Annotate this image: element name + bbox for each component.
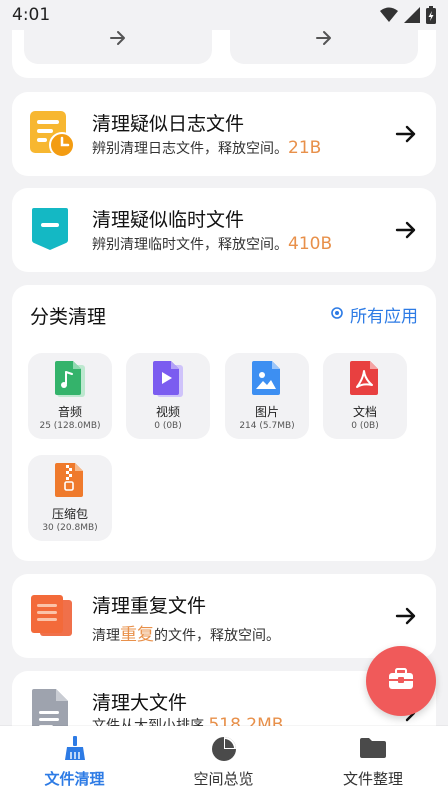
nav-label: 文件清理 [44,770,105,788]
category-tile-audio[interactable]: 音频 25 (128.0MB) [28,353,112,439]
category-name: 音频 [57,405,82,419]
arrow-right-icon [108,28,128,52]
category-name: 图片 [254,405,279,419]
image-file-icon [248,359,286,403]
temp-file-icon [28,206,72,256]
category-title: 分类清理 [30,306,107,328]
row-desc-suffix: 的文件，释放空间。 [154,628,280,644]
row-desc-accent: 重复 [120,625,154,645]
row-title: 清理重复文件 [92,595,207,617]
duplicate-files-icon [28,592,76,644]
row-description: 清理重复的文件，释放空间。 [92,620,280,645]
category-tile-image[interactable]: 图片 214 (5.7MB) [225,353,309,439]
all-apps-link[interactable]: 所有应用 [330,302,418,327]
category-tile-document[interactable]: 文档 0 (0B) [323,353,407,439]
size-value: 21B [288,138,322,158]
row-desc-text: 辨别清理日志文件，释放空间。 [92,141,288,157]
clean-temp-files-row[interactable]: 清理疑似临时文件 辨别清理临时文件，释放空间。410B [12,188,436,272]
nav-label: 空间总览 [193,770,254,788]
row-title: 清理疑似日志文件 [92,113,245,135]
nav-space-overview[interactable]: 空间总览 [149,726,298,790]
nav-file-clean[interactable]: 文件清理 [0,726,149,790]
pdf-document-icon [346,359,384,403]
arrow-right-icon [394,122,418,150]
row-title: 清理大文件 [92,692,188,714]
arrow-right-icon [394,604,418,632]
nav-file-organize[interactable]: 文件整理 [298,726,448,790]
category-clean-card: 分类清理 所有应用 音频 25 (128.0MB) 视频 0 (0B) 图片 2… [12,285,436,561]
row-desc-text: 辨别清理临时文件，释放空间。 [92,237,288,253]
size-value: 410B [288,234,333,254]
arrow-right-icon [394,218,418,246]
wifi-icon [380,7,398,27]
pie-chart-icon [211,736,237,766]
category-count: 0 (0B) [154,421,182,431]
toolbox-icon [388,667,414,695]
toolbox-fab-button[interactable] [366,646,436,716]
category-name: 视频 [155,405,180,419]
row-desc-prefix: 清理 [92,628,120,644]
signal-icon [404,7,420,27]
broom-icon [63,736,87,766]
archive-file-icon [51,461,89,505]
bottom-navigation: 文件清理 空间总览 文件整理 [0,726,448,790]
log-file-clock-icon [28,109,76,163]
clean-duplicate-files-row[interactable]: 清理重复文件 清理重复的文件，释放空间。 [12,574,436,658]
nav-label: 文件整理 [342,770,403,788]
status-icons [380,6,436,28]
clean-log-files-row[interactable]: 清理疑似日志文件 辨别清理日志文件，释放空间。21B [12,92,436,176]
category-count: 25 (128.0MB) [39,421,101,431]
category-name: 压缩包 [51,507,88,521]
target-icon [330,305,344,325]
folder-icon [359,736,387,764]
status-bar: 4:01 [0,0,448,30]
status-time: 4:01 [12,5,51,25]
row-description: 辨别清理临时文件，释放空间。410B [92,234,332,254]
battery-charging-icon [426,6,436,28]
arrow-right-icon [314,28,334,52]
row-description: 辨别清理日志文件，释放空间。21B [92,138,321,158]
category-count: 30 (20.8MB) [42,523,98,533]
all-apps-label: 所有应用 [350,307,418,327]
audio-file-icon [51,359,89,403]
category-name: 文档 [352,405,377,419]
category-tile-video[interactable]: 视频 0 (0B) [126,353,210,439]
row-title: 清理疑似临时文件 [92,209,245,231]
category-count: 214 (5.7MB) [239,421,295,431]
video-file-icon [149,359,187,403]
category-tile-archive[interactable]: 压缩包 30 (20.8MB) [28,455,112,541]
category-count: 0 (0B) [351,421,379,431]
